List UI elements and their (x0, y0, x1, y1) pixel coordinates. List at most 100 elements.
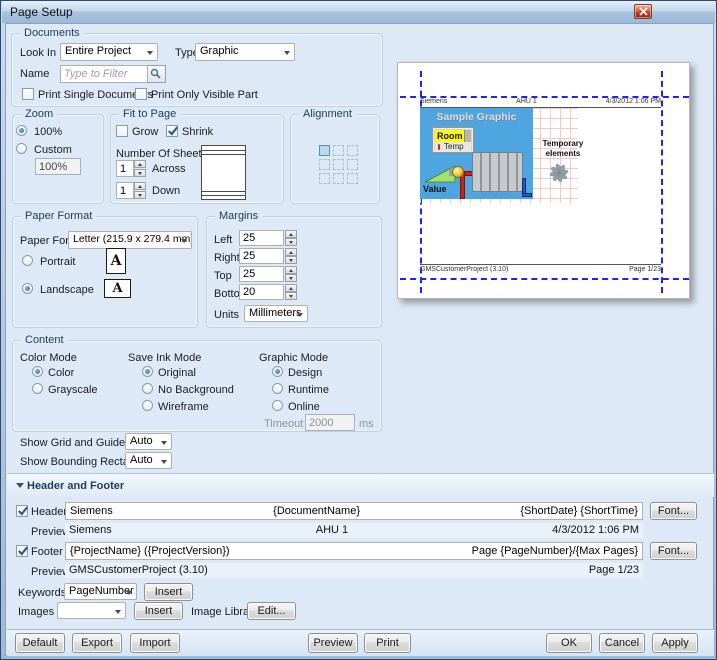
save-ink-mode-label: Save Ink Mode (128, 352, 201, 364)
chevron-down-icon (147, 51, 153, 55)
name-filter-input[interactable] (60, 65, 148, 83)
thermometer-icon (438, 144, 440, 150)
no-background-radio[interactable] (142, 383, 153, 394)
shrink-checkbox[interactable] (166, 125, 178, 137)
zoom-100-radio[interactable] (16, 125, 27, 136)
grow-checkbox[interactable] (116, 125, 128, 137)
spin-down-button[interactable] (134, 191, 146, 199)
apply-button[interactable]: Apply (652, 633, 698, 653)
online-radio[interactable] (272, 400, 283, 411)
zoom-custom-radio[interactable] (16, 143, 27, 154)
images-select[interactable] (57, 602, 126, 619)
spin-up-button[interactable] (285, 230, 297, 238)
chevron-down-icon (126, 591, 132, 595)
alignment-cell[interactable] (319, 159, 330, 170)
search-button[interactable] (148, 65, 166, 83)
spin-up-button[interactable] (285, 284, 297, 292)
margin-right-input[interactable] (239, 248, 284, 264)
alignment-cell[interactable] (319, 173, 330, 184)
footer-checkbox[interactable] (16, 545, 28, 557)
print-button[interactable]: Print (364, 633, 411, 653)
design-radio[interactable] (272, 366, 283, 377)
spin-up-button[interactable] (134, 160, 146, 168)
landscape-radio[interactable] (22, 283, 33, 294)
alignment-cell[interactable] (347, 173, 358, 184)
alignment-cell[interactable] (319, 145, 330, 156)
grayscale-radio[interactable] (32, 383, 43, 394)
spin-down-button[interactable] (134, 169, 146, 177)
header-footer-title: Header and Footer (27, 480, 124, 492)
units-label: Units (214, 309, 239, 321)
window-title: Page Setup (10, 5, 73, 19)
sheets-down-input[interactable] (116, 182, 134, 199)
print-single-documents-checkbox[interactable] (22, 88, 34, 100)
close-icon[interactable] (634, 4, 652, 19)
footer-preview-strip: GMSCustomerProject (3.10) Page 1/23 (65, 563, 643, 578)
zoom-custom-input[interactable] (35, 158, 81, 175)
alignment-cell[interactable] (333, 159, 344, 170)
keywords-select[interactable]: PageNumber (64, 583, 137, 600)
footer-font-button[interactable]: Font... (650, 542, 697, 560)
footer-text-input[interactable]: {ProjectName} ({ProjectVersion}) Page {P… (65, 542, 643, 560)
type-select[interactable]: Graphic (195, 43, 295, 61)
export-button[interactable]: Export (72, 633, 122, 653)
spin-down-button[interactable] (285, 292, 297, 300)
paper-format-legend: Paper Format (21, 210, 96, 222)
show-bounding-select[interactable]: Auto (125, 452, 172, 469)
image-library-edit-button[interactable]: Edit... (247, 602, 296, 620)
bottom-margin-guide (400, 278, 689, 280)
paper-form-select[interactable]: Letter (215.9 x 279.4 mm) (68, 231, 192, 249)
spin-down-button[interactable] (285, 238, 297, 246)
spin-up-button[interactable] (285, 248, 297, 256)
alignment-cell[interactable] (347, 145, 358, 156)
margin-top-input[interactable] (239, 266, 284, 282)
radiator-icon (472, 152, 523, 192)
cancel-button[interactable]: Cancel (599, 633, 645, 653)
units-value: Millimeters (249, 307, 302, 319)
design-label: Design (288, 367, 322, 379)
spin-down-button[interactable] (285, 256, 297, 264)
titlebar[interactable]: Page Setup (2, 1, 715, 23)
images-insert-button[interactable]: Insert (134, 602, 183, 620)
color-radio[interactable] (32, 366, 43, 377)
header-footer-section-header[interactable]: Header and Footer (7, 473, 714, 497)
page-header-center: AHU 1 (516, 97, 537, 107)
portrait-radio[interactable] (22, 255, 33, 266)
spin-down-button[interactable] (285, 274, 297, 282)
footer-preview-left: GMSCustomerProject (3.10) (69, 563, 208, 578)
look-in-select[interactable]: Entire Project (60, 43, 158, 61)
sheets-across-input[interactable] (116, 160, 134, 177)
alignment-cell[interactable] (333, 173, 344, 184)
alignment-cell[interactable] (333, 145, 344, 156)
margin-left-input[interactable] (239, 230, 284, 246)
wireframe-radio[interactable] (142, 400, 153, 411)
margin-bottom-input[interactable] (239, 284, 284, 300)
look-in-value: Entire Project (65, 45, 131, 57)
chevron-down-icon (284, 51, 290, 55)
spin-up-button[interactable] (285, 266, 297, 274)
header-preview-right: 4/3/2012 1:06 PM (552, 523, 639, 538)
alignment-cell[interactable] (347, 159, 358, 170)
header-font-button[interactable]: Font... (650, 502, 697, 520)
timeout-input[interactable] (305, 414, 355, 431)
page-setup-dialog: Page Setup Documents Look In Entire Proj… (0, 0, 717, 660)
room-spin-icon (464, 130, 471, 142)
ok-button[interactable]: OK (546, 633, 592, 653)
keywords-insert-button[interactable]: Insert (144, 583, 193, 601)
default-button[interactable]: Default (15, 633, 65, 653)
search-icon (150, 68, 162, 80)
header-text-input[interactable]: Siemens {DocumentName} {ShortDate} {Shor… (65, 502, 643, 520)
preview-button[interactable]: Preview (308, 633, 358, 653)
units-select[interactable]: Millimeters (244, 305, 308, 322)
import-button[interactable]: Import (130, 633, 180, 653)
margin-top-stepper (285, 266, 297, 282)
runtime-radio[interactable] (272, 383, 283, 394)
print-only-visible-part-checkbox[interactable] (135, 88, 147, 100)
footer-right-segment: Page {PageNumber}/{Max Pages} (472, 543, 638, 559)
spin-up-button[interactable] (134, 182, 146, 190)
header-checkbox[interactable] (16, 505, 28, 517)
show-grid-select[interactable]: Auto (125, 433, 172, 450)
original-radio[interactable] (142, 366, 153, 377)
margins-legend: Margins (215, 210, 262, 222)
fit-legend: Fit to Page (119, 108, 180, 120)
